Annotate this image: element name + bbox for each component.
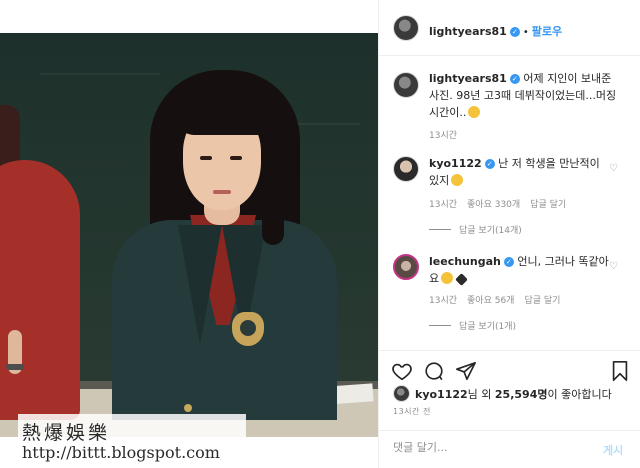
verified-badge-icon: ✓ <box>509 27 520 37</box>
view-replies-label[interactable]: 답글 보기(1개) <box>459 322 516 332</box>
reply-button[interactable]: 답글 달기 <box>524 296 560 306</box>
emoji-icon <box>451 174 464 186</box>
post-comment-button[interactable]: 게시 <box>603 442 623 458</box>
author-username[interactable]: lightyears81 <box>429 25 507 38</box>
comment-time[interactable]: 13시간 <box>429 296 457 306</box>
caption-avatar[interactable] <box>393 72 419 98</box>
liker-username[interactable]: kyo1122 <box>415 388 468 401</box>
header-row: lightyears81 ✓ • 팔로우 <box>429 20 562 39</box>
likes-middle: 님 외 <box>467 388 495 401</box>
watermark-url: http://bittt.blogspot.com <box>22 443 220 462</box>
post-header: lightyears81 ✓ • 팔로우 <box>379 0 640 56</box>
eye <box>200 156 212 160</box>
emoji-icon <box>441 272 454 284</box>
comment-time[interactable]: 13시간 <box>429 200 457 210</box>
separator-dot: • <box>522 27 529 38</box>
verified-badge-icon: ✓ <box>503 257 514 267</box>
likes-suffix: 이 좋아합니다 <box>547 388 612 401</box>
blazer-button <box>184 404 192 412</box>
blazer-lapel <box>178 225 222 345</box>
comment-avatar[interactable] <box>393 254 419 280</box>
comment: leechungah ✓ 언니, 그러나 똑같아요 <box>429 253 609 287</box>
view-replies[interactable]: 답글 보기(1개) <box>429 319 516 332</box>
bookmark-icon[interactable] <box>609 360 631 382</box>
mouth <box>213 190 231 194</box>
verified-badge-icon: ✓ <box>484 159 495 169</box>
comment-username[interactable]: leechungah <box>429 255 501 268</box>
post-timestamp[interactable]: 13시간 전 <box>393 406 431 417</box>
post-side-panel: lightyears81 ✓ • 팔로우 lightyears81 ✓ 어제 지인이 보… <box>378 0 640 468</box>
author-avatar[interactable] <box>393 15 419 41</box>
student-hair-side <box>262 110 284 245</box>
heart-icon[interactable] <box>391 360 413 382</box>
likes-summary[interactable]: kyo1122님 외 25,594명이 좋아합니다 <box>415 386 612 402</box>
replies-line <box>429 325 451 326</box>
view-replies[interactable]: 답글 보기(14개) <box>429 223 522 236</box>
comment-username[interactable]: kyo1122 <box>429 157 482 170</box>
emblem-center <box>240 320 256 336</box>
caption: lightyears81 ✓ 어제 지인이 보내준 사진. 98년 고3때 데뷔작… <box>429 70 619 121</box>
add-comment-bar: 게시 <box>379 430 640 468</box>
verified-badge-icon: ✓ <box>509 74 520 84</box>
liker-avatar[interactable] <box>393 385 410 402</box>
comment-meta: 13시간 좋아요 56개 답글 달기 <box>429 293 570 306</box>
comment-input[interactable] <box>393 441 573 454</box>
watermark-title: 熱爆娛樂 <box>22 422 111 444</box>
comment: kyo1122 ✓ 난 저 학생을 만난적이 있지 <box>429 155 609 189</box>
follow-button[interactable]: 팔로우 <box>532 25 562 38</box>
comment-likes[interactable]: 좋아요 330개 <box>467 200 520 210</box>
replies-line <box>429 229 451 230</box>
reply-button[interactable]: 답글 달기 <box>530 200 566 210</box>
post-photo[interactable]: 熱爆娛樂 http://bittt.blogspot.com <box>0 0 378 468</box>
comment-bubble-icon[interactable] <box>423 360 445 382</box>
chalk-mark <box>40 73 160 75</box>
caption-username[interactable]: lightyears81 <box>429 72 507 85</box>
black-heart-icon <box>455 273 468 286</box>
heart-outline-icon[interactable]: ♡ <box>609 262 619 272</box>
comment-avatar[interactable] <box>393 156 419 182</box>
bracelet <box>6 364 24 370</box>
comment-likes[interactable]: 좋아요 56개 <box>467 296 514 306</box>
emoji-icon <box>468 106 481 118</box>
likes-count[interactable]: 25,594명 <box>495 388 548 401</box>
background-person <box>0 160 80 420</box>
heart-outline-icon[interactable]: ♡ <box>609 164 619 174</box>
student-bangs <box>178 95 270 135</box>
caption-time[interactable]: 13시간 <box>429 128 457 141</box>
eye <box>230 156 242 160</box>
comment-meta: 13시간 좋아요 330개 답글 달기 <box>429 197 576 210</box>
paper-plane-icon[interactable] <box>455 360 477 382</box>
view-replies-label[interactable]: 답글 보기(14개) <box>459 226 522 236</box>
